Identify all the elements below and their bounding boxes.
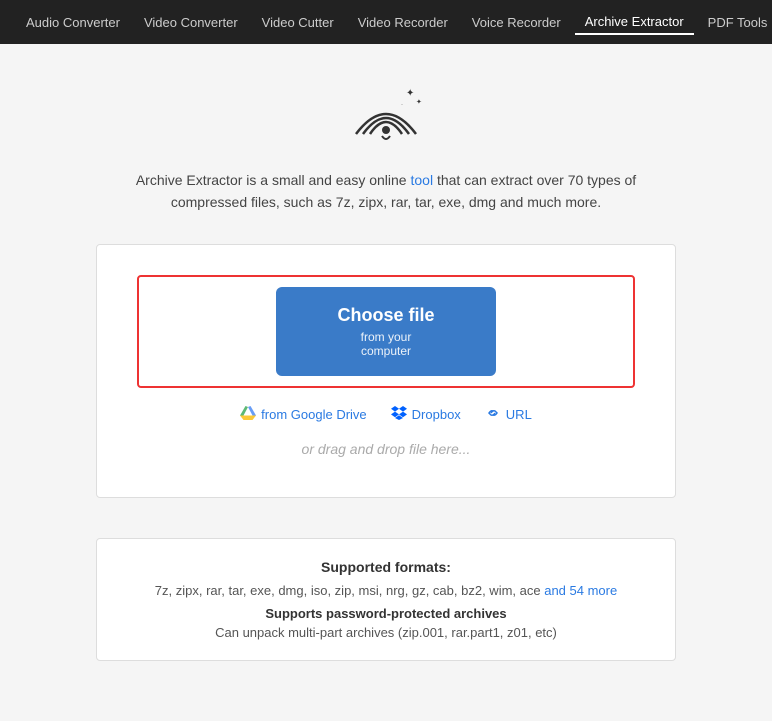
- svg-text:·: ·: [401, 102, 403, 108]
- formats-title: Supported formats:: [117, 559, 655, 575]
- google-drive-label: from Google Drive: [261, 407, 366, 422]
- choose-file-sub-label: from your computer: [336, 330, 436, 358]
- google-drive-icon: [240, 406, 256, 423]
- nav-video-converter[interactable]: Video Converter: [134, 11, 248, 34]
- dropbox-icon: [391, 406, 407, 423]
- navbar: Audio Converter Video Converter Video Cu…: [0, 0, 772, 44]
- app-description: Archive Extractor is a small and easy on…: [126, 169, 646, 214]
- choose-file-main-label: Choose file: [337, 305, 434, 326]
- dropbox-link[interactable]: Dropbox: [391, 406, 461, 423]
- url-label: URL: [506, 407, 532, 422]
- nav-archive-extractor[interactable]: Archive Extractor: [575, 10, 694, 35]
- url-icon: [485, 406, 501, 423]
- nav-audio-converter[interactable]: Audio Converter: [16, 11, 130, 34]
- formats-more-link[interactable]: and 54 more: [544, 583, 617, 598]
- main-content: ✦ ✦ · Archive Extractor is a small and e…: [0, 44, 772, 681]
- upload-box: Choose file from your computer from Goog…: [96, 244, 676, 498]
- svg-text:✦: ✦: [406, 88, 414, 99]
- dropbox-label: Dropbox: [412, 407, 461, 422]
- url-link[interactable]: URL: [485, 406, 532, 423]
- choose-file-button[interactable]: Choose file from your computer: [276, 287, 496, 376]
- svg-text:✦: ✦: [416, 98, 422, 106]
- nav-video-recorder[interactable]: Video Recorder: [348, 11, 458, 34]
- formats-feature-2: Can unpack multi-part archives (zip.001,…: [117, 625, 655, 640]
- google-drive-link[interactable]: from Google Drive: [240, 406, 366, 423]
- nav-video-cutter[interactable]: Video Cutter: [252, 11, 344, 34]
- source-links: from Google Drive Dropbox: [240, 406, 532, 423]
- drag-drop-text: or drag and drop file here...: [302, 441, 471, 457]
- app-icon: ✦ ✦ ·: [346, 84, 426, 149]
- nav-pdf-tools[interactable]: PDF Tools: [698, 11, 772, 34]
- nav-voice-recorder[interactable]: Voice Recorder: [462, 11, 571, 34]
- formats-feature-1: Supports password-protected archives: [117, 606, 655, 621]
- formats-list: 7z, zipx, rar, tar, exe, dmg, iso, zip, …: [117, 583, 655, 598]
- choose-file-container: Choose file from your computer: [137, 275, 635, 388]
- formats-section: Supported formats: 7z, zipx, rar, tar, e…: [96, 538, 676, 661]
- tool-link[interactable]: tool: [411, 172, 434, 188]
